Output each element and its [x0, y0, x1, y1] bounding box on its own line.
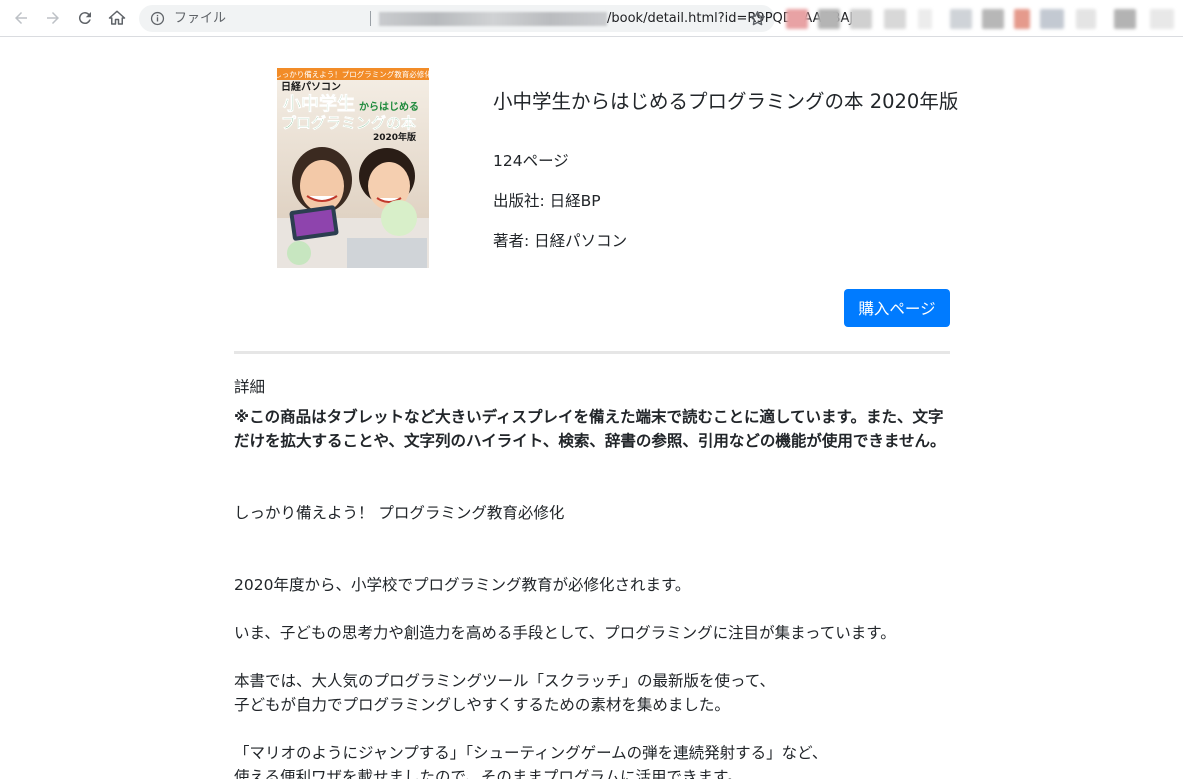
- home-button[interactable]: [105, 6, 129, 30]
- cover-year-badge: 2020年版: [373, 131, 416, 143]
- cover-brand-text: 日経パソコン: [281, 80, 341, 93]
- home-icon: [108, 10, 126, 25]
- back-button[interactable]: [9, 6, 33, 30]
- book-title: 小中学生からはじめるプログラミングの本 2020年版: [493, 90, 959, 113]
- address-bar[interactable]: ファイル /book/detail.html?id=R9PQDwAAQBAJ: [139, 5, 853, 32]
- extension-icon[interactable]: [982, 9, 1004, 29]
- cover-banner-text: しっかり備えよう！プログラミング教育必修化: [277, 69, 429, 79]
- extension-icon[interactable]: [1114, 9, 1136, 29]
- reload-icon: [78, 12, 91, 25]
- extension-icons-redacted: [786, 9, 1178, 29]
- description-paragraph-1: 2020年度から、小学校でプログラミング教育が必修化されます。: [234, 576, 691, 594]
- extension-icon[interactable]: [786, 9, 808, 29]
- device-notice: ※この商品はタブレットなど大きいディスプレイを備えた端末で読むことに適しています…: [234, 408, 946, 450]
- purchase-page-button[interactable]: 購入ページ: [844, 289, 950, 327]
- book-cover-art: しっかり備えよう！プログラミング教育必修化 日経パソコン 小中学生 からはじめる…: [277, 68, 429, 268]
- url-scheme-label: ファイル: [174, 11, 227, 26]
- bookmark-star-icon[interactable]: [748, 9, 767, 28]
- extension-icon[interactable]: [1076, 9, 1096, 29]
- detail-heading: 詳細: [234, 378, 266, 396]
- extension-icon[interactable]: [818, 9, 840, 29]
- extension-icon[interactable]: [950, 9, 972, 29]
- forward-button[interactable]: [41, 6, 65, 30]
- book-cover-image: しっかり備えよう！プログラミング教育必修化 日経パソコン 小中学生 からはじめる…: [277, 68, 429, 268]
- url-separator: [370, 11, 371, 26]
- section-divider: [234, 351, 950, 354]
- author: 著者: 日経パソコン: [493, 232, 628, 250]
- arrow-left-icon: [15, 12, 27, 24]
- redacted-url-host: [379, 12, 607, 26]
- info-icon[interactable]: [149, 10, 166, 27]
- arrow-right-icon: [47, 12, 59, 24]
- description-tagline: しっかり備えよう！ プログラミング教育必修化: [234, 504, 565, 522]
- cover-title-line2: プログラミングの本: [281, 114, 416, 132]
- description-paragraph-4: 「マリオのようにジャンプする」「シューティングゲームの弾を連続発射する」など、 …: [234, 744, 828, 779]
- description-paragraph-2: いま、子どもの思考力や創造力を高める手段として、プログラミングに注目が集まってい…: [234, 624, 896, 642]
- description-paragraph-3: 本書では、大人気のプログラミングツール「スクラッチ」の最新版を使って、 子どもが…: [234, 672, 775, 714]
- extension-icon[interactable]: [1040, 9, 1064, 29]
- reload-button[interactable]: [73, 6, 97, 30]
- browser-toolbar: ファイル /book/detail.html?id=R9PQDwAAQBAJ: [0, 0, 1183, 37]
- page-count: 124ページ: [493, 152, 569, 170]
- cover-title-line1-suffix: からはじめる: [359, 101, 419, 113]
- extension-icon[interactable]: [918, 9, 932, 29]
- cover-title-line1: 小中学生: [283, 93, 355, 115]
- extension-icon[interactable]: [1150, 9, 1174, 29]
- publisher: 出版社: 日経BP: [493, 192, 601, 210]
- extension-icon[interactable]: [884, 9, 906, 29]
- extension-icon[interactable]: [850, 9, 872, 29]
- extension-icon[interactable]: [1014, 9, 1030, 29]
